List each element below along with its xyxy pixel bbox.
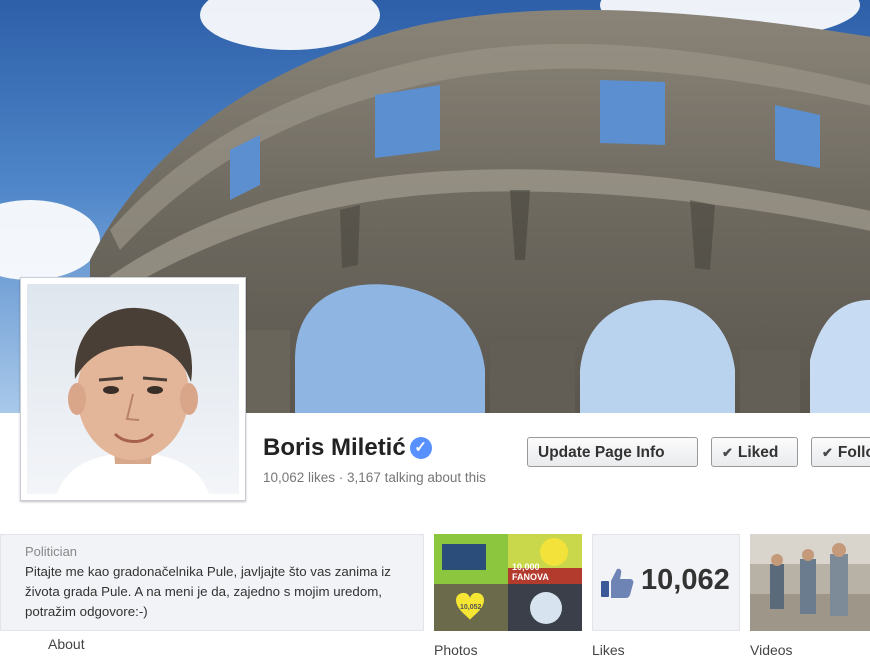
- cloud: [0, 200, 100, 280]
- page-title: Boris Miletić ✓: [263, 434, 432, 462]
- check-icon: ✔: [722, 445, 733, 460]
- liked-button[interactable]: ✔ Liked: [711, 437, 798, 467]
- follow-button[interactable]: ✔ Follow: [811, 437, 870, 467]
- liked-label: Liked: [737, 444, 779, 461]
- about-box[interactable]: Politician Pitajte me kao gradonačelnika…: [0, 534, 424, 631]
- photos-collage: [434, 534, 582, 631]
- portrait-image: [57, 307, 209, 494]
- check-icon: ✔: [822, 445, 833, 460]
- likes-tile[interactable]: 10,062: [592, 534, 740, 631]
- thumbs-up-icon: [601, 568, 634, 598]
- page-stats: 10,062 likes · 3,167 talking about this: [263, 470, 486, 485]
- video-thumbnail: [750, 534, 870, 631]
- likes-count: 10,062: [641, 564, 730, 596]
- page-category: Politician: [25, 544, 78, 559]
- verified-badge-icon: ✓: [409, 437, 432, 459]
- videos-tile[interactable]: [750, 534, 870, 631]
- photo-caption-count: 10,052: [460, 604, 482, 611]
- page-description: Pitajte me kao gradonačelnika Pule, javl…: [25, 564, 391, 619]
- page-name: Boris Miletić: [263, 434, 406, 461]
- photos-label[interactable]: Photos: [434, 642, 478, 658]
- profile-picture[interactable]: [20, 277, 246, 501]
- update-page-info-button[interactable]: Update Page Info: [527, 437, 698, 467]
- update-page-info-label: Update Page Info: [538, 444, 665, 461]
- about-link[interactable]: About: [48, 636, 85, 652]
- follow-label: Follow: [837, 444, 870, 461]
- profile-photo: [27, 284, 239, 494]
- photo-caption-fans: 10,000 FANOVA: [512, 562, 549, 582]
- photos-tile[interactable]: 10,000 FANOVA 10,052: [434, 534, 582, 631]
- videos-label[interactable]: Videos: [750, 642, 793, 658]
- likes-label[interactable]: Likes: [592, 642, 625, 658]
